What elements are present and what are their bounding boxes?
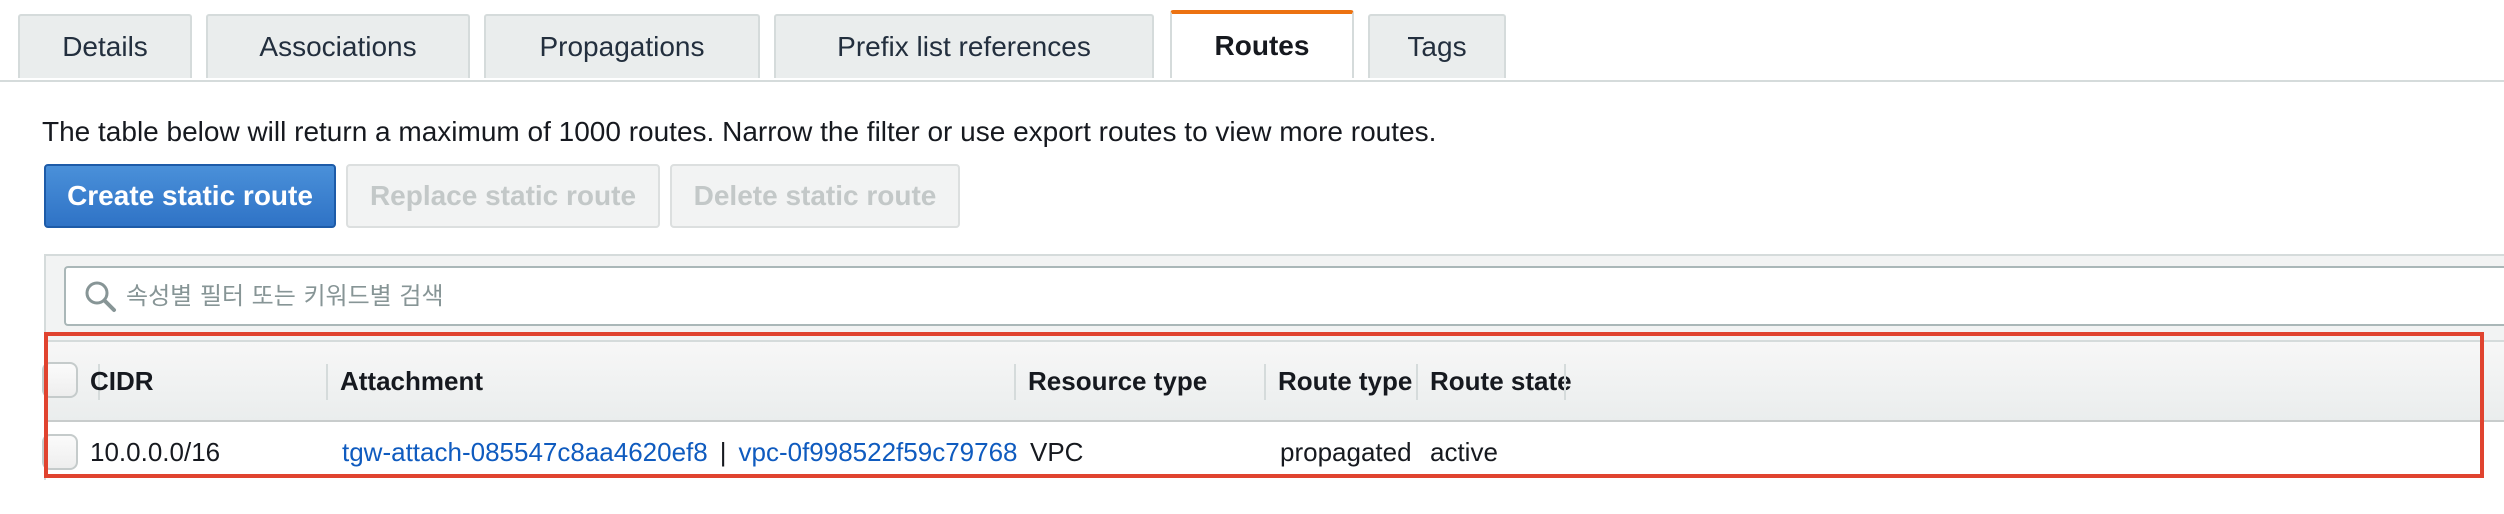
attachment-cell: tgw-attach-085547c8aa4620ef8 | vpc-0f998… (342, 422, 1018, 482)
tab-tags[interactable]: Tags (1368, 14, 1506, 78)
vpc-link[interactable]: vpc-0f998522f59c79768 (739, 437, 1018, 468)
column-header-cidr[interactable]: CIDR (90, 342, 154, 420)
tab-routes[interactable]: Routes (1170, 10, 1354, 78)
tab-label: Details (62, 31, 148, 62)
tab-prefix-list-references[interactable]: Prefix list references (774, 14, 1154, 78)
create-static-route-button[interactable]: Create static route (44, 164, 336, 228)
search-bar (64, 266, 2504, 326)
route-state-cell: active (1430, 436, 1498, 467)
tab-label: Propagations (539, 31, 705, 62)
column-header-resource-type[interactable]: Resource type (1028, 342, 1207, 420)
tab-propagations[interactable]: Propagations (484, 14, 760, 78)
tab-associations[interactable]: Associations (206, 14, 470, 78)
column-divider[interactable] (1014, 364, 1016, 400)
cidr-cell: 10.0.0.0/16 (90, 436, 221, 467)
column-divider[interactable] (1264, 364, 1266, 400)
column-header-route-state[interactable]: Route state (1430, 342, 1572, 420)
column-header-route-type[interactable]: Route type (1278, 342, 1412, 420)
search-icon (80, 276, 120, 316)
replace-static-route-button[interactable]: Replace static route (346, 164, 660, 228)
attachment-separator: | (719, 436, 727, 467)
column-divider[interactable] (1416, 364, 1418, 400)
column-divider[interactable] (326, 364, 328, 400)
tab-bar: Details Associations Propagations Prefix… (0, 10, 2504, 82)
attachment-link[interactable]: tgw-attach-085547c8aa4620ef8 (342, 437, 708, 468)
delete-static-route-button[interactable]: Delete static route (670, 164, 960, 228)
search-input[interactable] (126, 276, 2426, 316)
table-header: CIDR Attachment Resource type Route type… (42, 340, 2504, 422)
tab-details[interactable]: Details (18, 14, 192, 78)
route-type-cell: propagated (1280, 436, 1412, 467)
tab-label: Prefix list references (837, 31, 1091, 62)
routes-info-text: The table below will return a maximum of… (42, 116, 1437, 147)
tab-label: Routes (1214, 30, 1310, 61)
tab-label: Associations (259, 31, 417, 62)
column-header-attachment[interactable]: Attachment (340, 342, 483, 420)
select-all-checkbox[interactable] (42, 362, 78, 398)
column-divider[interactable] (1564, 364, 1566, 400)
resource-type-cell: VPC (1030, 436, 1084, 467)
tab-label: Tags (1407, 31, 1467, 62)
row-select-checkbox[interactable] (42, 434, 78, 470)
table-row[interactable]: 10.0.0.0/16 tgw-attach-085547c8aa4620ef8… (42, 422, 2504, 482)
